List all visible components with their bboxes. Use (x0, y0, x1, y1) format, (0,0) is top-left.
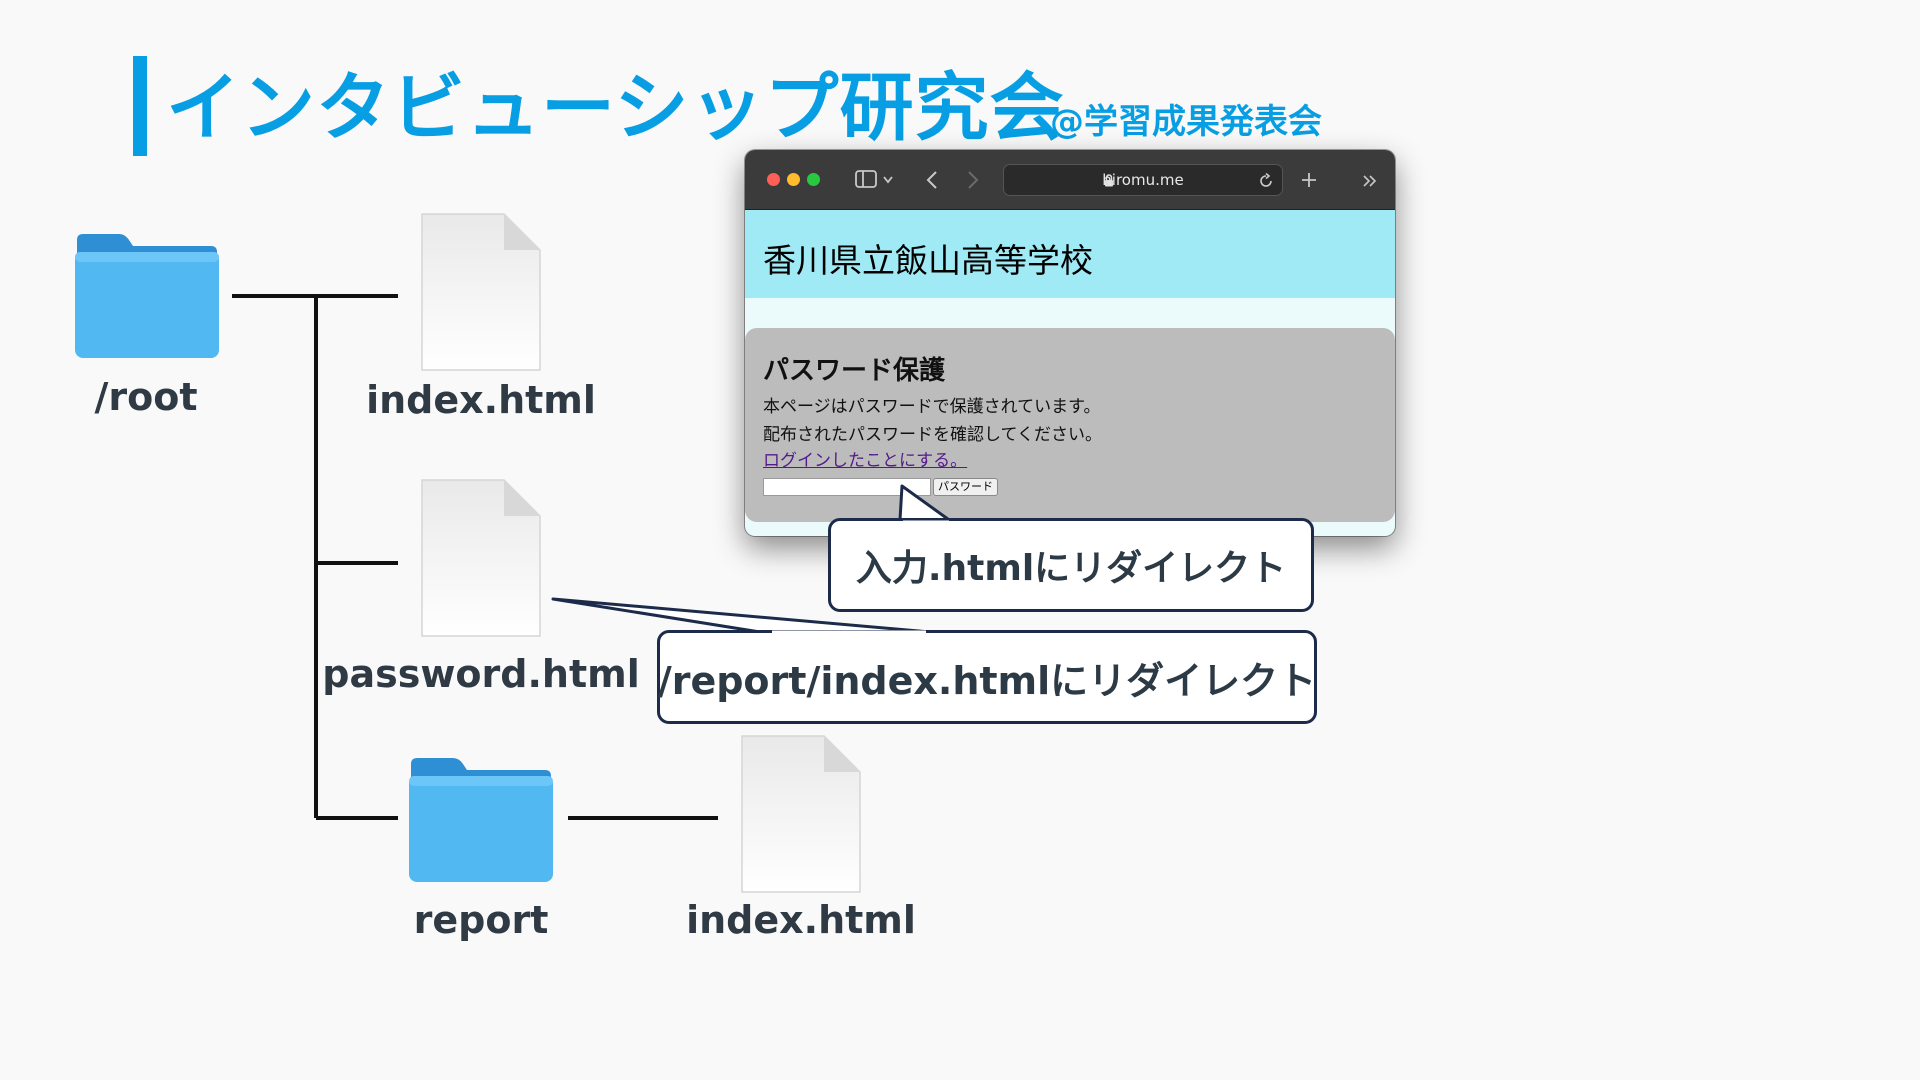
password-input[interactable] (763, 478, 931, 496)
sidebar-icon[interactable] (855, 170, 877, 188)
forward-icon[interactable] (967, 170, 979, 190)
folder-icon (75, 234, 219, 358)
index-file-label: index.html (366, 378, 596, 422)
zoom-window-button[interactable] (807, 173, 820, 186)
folder-icon (409, 758, 553, 882)
address-bar[interactable]: hiromu.me (1003, 164, 1283, 196)
redirect-report-callout: /report/index.htmlにリダイレクト (657, 630, 1317, 724)
password-box-title: パスワード保護 (763, 356, 946, 386)
overflow-chevrons-icon[interactable] (1362, 174, 1378, 188)
skip-login-link[interactable]: ログインしたことにする。 (763, 446, 967, 471)
back-icon[interactable] (926, 170, 938, 190)
password-message-line1: 本ページはパスワードで保護されています。 (763, 397, 1101, 417)
file-icon (421, 479, 541, 637)
file-icon (741, 735, 861, 893)
close-window-button[interactable] (767, 173, 780, 186)
password-message-line2: 配布されたパスワードを確認してください。 (763, 425, 1102, 445)
address-url: hiromu.me (1102, 171, 1184, 189)
password-protection-box: パスワード保護 本ページはパスワードで保護されています。 配布されたパスワードを… (745, 328, 1395, 522)
file-icon (421, 213, 541, 371)
password-submit-button[interactable]: パスワード (933, 478, 998, 496)
chevron-down-icon[interactable] (883, 176, 893, 184)
minimize-window-button[interactable] (787, 173, 800, 186)
report-folder-label: report (413, 898, 549, 942)
report-index-file-label: index.html (686, 898, 916, 942)
browser-window: hiromu.me 香川県立飯山高等学校 パスワード保護 本ページはパスワードで… (745, 150, 1395, 536)
browser-toolbar: hiromu.me (745, 150, 1395, 210)
site-title: 香川県立飯山高等学校 (763, 241, 1093, 280)
redirect-input-callout: 入力.htmlにリダイレクト (828, 518, 1314, 612)
new-tab-icon[interactable] (1300, 171, 1318, 189)
redirect-report-callout-text: /report/index.htmlにリダイレクト (657, 658, 1317, 703)
root-folder-label: /root (94, 375, 198, 419)
password-file-label: password.html (322, 652, 640, 696)
reload-icon[interactable] (1258, 173, 1274, 189)
redirect-input-callout-text: 入力.htmlにリダイレクト (855, 548, 1287, 589)
site-header: 香川県立飯山高等学校 (745, 210, 1395, 298)
